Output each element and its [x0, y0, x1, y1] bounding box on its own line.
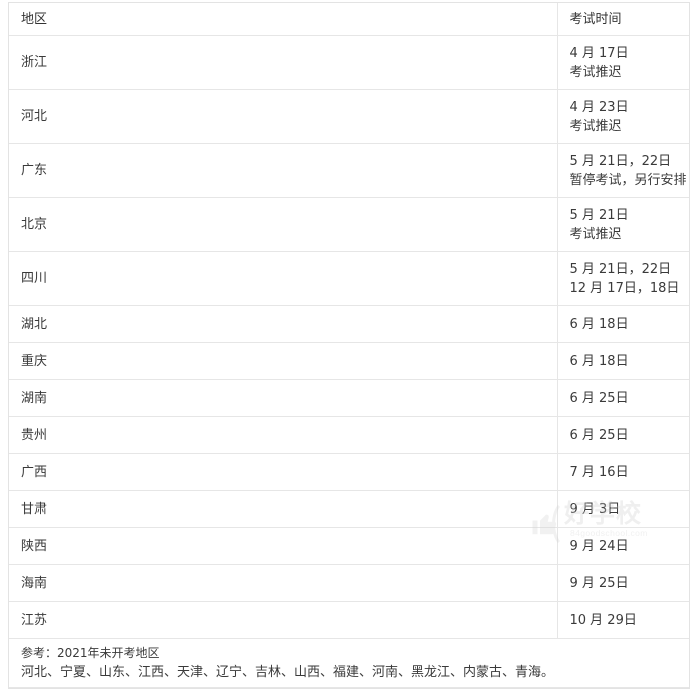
column-header-region: 地区	[9, 3, 558, 36]
footnote-row: 参考：2021年未开考地区河北、宁夏、山东、江西、天津、辽宁、吉林、山西、福建、…	[9, 638, 689, 688]
table-row: 重庆 6 月 18日	[9, 342, 689, 380]
cell-exam-time: 10 月 29日	[557, 601, 689, 639]
footnote-line-2: 河北、宁夏、山东、江西、天津、辽宁、吉林、山西、福建、河南、黑龙江、内蒙古、青海…	[21, 665, 555, 680]
exam-time-line: 6 月 25日	[569, 390, 629, 406]
cell-exam-time: 9 月 3日	[557, 490, 689, 528]
cell-region: 重庆	[9, 342, 558, 380]
cell-region: 贵州	[9, 416, 558, 454]
table-row: 浙江 4 月 17日 考试推迟	[9, 35, 689, 90]
footnote-line-1: 参考：2021年未开考地区	[21, 646, 160, 660]
table-row: 甘肃 9 月 3日	[9, 490, 689, 528]
page-root: 地区 考试时间 浙江 4 月 17日 考试推迟 河北 4 月 23日 考试推迟 广东 5 月 …	[0, 0, 700, 689]
exam-time-line: 9 月 25日	[569, 575, 629, 591]
cell-exam-time: 9 月 24日	[557, 527, 689, 565]
table-row: 贵州 6 月 25日	[9, 416, 689, 454]
exam-schedule-table-container: 地区 考试时间 浙江 4 月 17日 考试推迟 河北 4 月 23日 考试推迟 广东 5 月 …	[8, 2, 690, 689]
exam-time-line: 4 月 23日	[569, 99, 629, 115]
exam-time-line: 考试推迟	[569, 64, 622, 80]
table-row: 湖北 6 月 18日	[9, 305, 689, 343]
table-header: 地区 考试时间	[9, 3, 689, 36]
footnote-cell: 参考：2021年未开考地区河北、宁夏、山东、江西、天津、辽宁、吉林、山西、福建、…	[9, 638, 689, 688]
exam-time-line: 4 月 17日	[569, 45, 629, 61]
cell-region: 浙江	[9, 35, 558, 90]
exam-time-line: 9 月 3日	[569, 501, 621, 517]
cell-exam-time: 6 月 18日	[557, 342, 689, 380]
exam-time-line: 12 月 17日，18日	[569, 280, 680, 296]
table-row: 湖南 6 月 25日	[9, 379, 689, 417]
exam-time-line: 6 月 18日	[569, 353, 629, 369]
exam-time-line: 考试推迟	[569, 118, 622, 134]
table-row: 陕西 9 月 24日	[9, 527, 689, 565]
cell-region: 湖南	[9, 379, 558, 417]
cell-region: 江苏	[9, 601, 558, 639]
cell-exam-time: 9 月 25日	[557, 564, 689, 602]
exam-time-line: 5 月 21日	[569, 207, 629, 223]
cell-region: 广西	[9, 453, 558, 491]
exam-time-line: 6 月 18日	[569, 316, 629, 332]
cell-region: 陕西	[9, 527, 558, 565]
cell-exam-time: 5 月 21日，22日 暂停考试，另行安排	[557, 143, 689, 198]
table-row: 海南 9 月 25日	[9, 564, 689, 602]
cell-region: 甘肃	[9, 490, 558, 528]
cell-region: 河北	[9, 89, 558, 144]
column-header-exam-time: 考试时间	[557, 3, 689, 36]
exam-time-line: 5 月 21日，22日	[569, 153, 672, 169]
table-row: 江苏 10 月 29日	[9, 601, 689, 639]
cell-region: 海南	[9, 564, 558, 602]
table-row: 北京 5 月 21日 考试推迟	[9, 197, 689, 252]
exam-time-line: 5 月 21日，22日	[569, 261, 672, 277]
exam-time-line: 暂停考试，另行安排	[569, 172, 687, 188]
table-row: 四川 5 月 21日，22日 12 月 17日，18日	[9, 251, 689, 306]
cell-region: 湖北	[9, 305, 558, 343]
cell-exam-time: 6 月 18日	[557, 305, 689, 343]
cell-exam-time: 5 月 21日 考试推迟	[557, 197, 689, 252]
table-row: 广西 7 月 16日	[9, 453, 689, 491]
exam-schedule-table: 地区 考试时间 浙江 4 月 17日 考试推迟 河北 4 月 23日 考试推迟 广东 5 月 …	[9, 3, 689, 688]
table-row: 广东 5 月 21日，22日 暂停考试，另行安排	[9, 143, 689, 198]
cell-exam-time: 4 月 23日 考试推迟	[557, 89, 689, 144]
cell-exam-time: 4 月 17日 考试推迟	[557, 35, 689, 90]
exam-time-line: 6 月 25日	[569, 427, 629, 443]
table-body: 浙江 4 月 17日 考试推迟 河北 4 月 23日 考试推迟 广东 5 月 21日，22日暂…	[9, 35, 689, 688]
cell-region: 四川	[9, 251, 558, 306]
cell-exam-time: 6 月 25日	[557, 379, 689, 417]
cell-region: 广东	[9, 143, 558, 198]
table-header-row: 地区 考试时间	[9, 3, 689, 36]
cell-exam-time: 7 月 16日	[557, 453, 689, 491]
cell-exam-time: 6 月 25日	[557, 416, 689, 454]
exam-time-line: 10 月 29日	[569, 612, 637, 628]
exam-time-line: 7 月 16日	[569, 464, 629, 480]
exam-time-line: 考试推迟	[569, 226, 622, 242]
exam-time-line: 9 月 24日	[569, 538, 629, 554]
cell-region: 北京	[9, 197, 558, 252]
cell-exam-time: 5 月 21日，22日 12 月 17日，18日	[557, 251, 689, 306]
table-row: 河北 4 月 23日 考试推迟	[9, 89, 689, 144]
